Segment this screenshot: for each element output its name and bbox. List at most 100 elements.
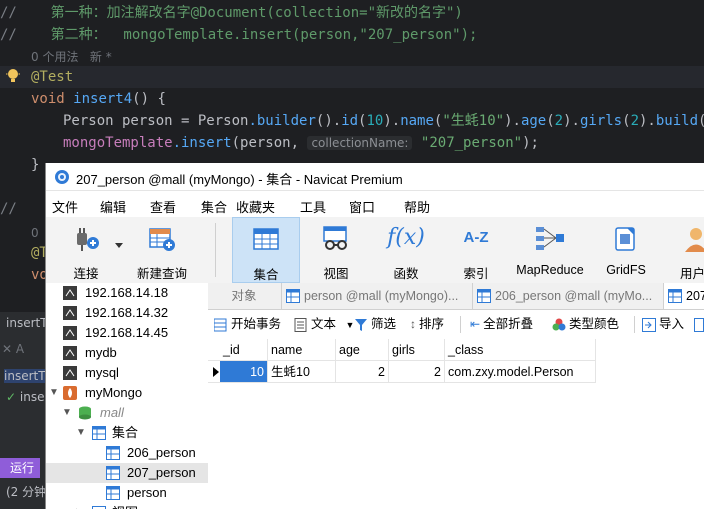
var-decl: person = (113, 113, 198, 129)
import-button[interactable]: 导入 (642, 310, 684, 339)
collection-button[interactable]: 集合 (232, 217, 300, 283)
comment-prefix: // (0, 201, 17, 217)
current-row-arrow-icon (213, 367, 219, 377)
code-line-builder: Person person = Person.builder().id(10).… (63, 110, 704, 132)
tab-label: 207 (686, 289, 704, 303)
build-call: build (655, 113, 699, 129)
mysql-connection-icon (63, 306, 77, 320)
tree-item-connection-18[interactable]: 192.168.14.18 (46, 283, 208, 303)
column-header-class[interactable]: _class (445, 339, 596, 361)
punct: ). (383, 113, 401, 129)
sort-button[interactable]: ↕ 排序 (410, 310, 444, 339)
cell-age[interactable]: 2 (336, 361, 389, 383)
run-tab-2[interactable]: insertT (4, 369, 46, 383)
collection-name-string: "207_person" (412, 135, 523, 151)
filter-button[interactable]: 筛选 (354, 310, 396, 339)
export-button[interactable] (694, 310, 704, 339)
begin-transaction-label: 开始事务 (231, 317, 282, 331)
cell-class[interactable]: com.zxy.model.Person (445, 361, 596, 383)
punct: (). (315, 113, 342, 129)
database-icon (79, 406, 91, 420)
function-button[interactable]: f(x) 函数 (374, 217, 438, 283)
menu-favorites[interactable]: 收藏夹 (236, 197, 275, 216)
tree-item-mydb[interactable]: mydb (46, 343, 208, 363)
chevron-down-icon[interactable]: ▼ (62, 403, 72, 423)
tree-item-label: 集合 (112, 425, 139, 440)
menu-window[interactable]: 窗口 (349, 197, 375, 216)
code-line-close: } (31, 154, 39, 176)
tree-item-views-group[interactable]: ▶ 视图 (46, 503, 208, 509)
menu-bar: 文件 编辑 查看 集合 收藏夹 工具 窗口 帮助 (46, 191, 704, 217)
mapreduce-icon (536, 227, 564, 250)
connect-button[interactable]: 连接 (56, 217, 116, 283)
tree-item-mymongo[interactable]: ▼ myMongo (46, 383, 208, 403)
menu-edit[interactable]: 编辑 (100, 197, 126, 216)
chevron-right-icon[interactable]: ▶ (76, 503, 84, 509)
tree-item-mysql[interactable]: mysql (46, 363, 208, 383)
type-color-button[interactable]: 类型颜色 (552, 310, 619, 339)
cell-name[interactable]: 生蚝10 (268, 361, 336, 383)
text-view-button[interactable]: 文本 ▼ (294, 310, 354, 339)
run-tab-1[interactable]: insertT (6, 316, 48, 330)
menu-file[interactable]: 文件 (52, 197, 78, 216)
tree-item-207-person[interactable]: 207_person (46, 463, 208, 483)
column-header-id[interactable]: _id (220, 339, 268, 361)
usage-hint-text[interactable]: 0 个用法 新 * (31, 50, 112, 64)
view-label: 视图 (323, 267, 349, 281)
chevron-down-icon[interactable]: ▼ (49, 383, 59, 403)
title-bar[interactable]: 207_person @mall (myMongo) - 集合 - Navica… (46, 163, 704, 191)
connect-dropdown[interactable] (112, 217, 126, 283)
tree-item-connection-45[interactable]: 192.168.14.45 (46, 323, 208, 343)
document-icon (294, 317, 307, 332)
lightbulb-icon[interactable] (6, 68, 20, 84)
function-icon: f(x) (387, 225, 425, 250)
menu-help[interactable]: 帮助 (404, 197, 430, 216)
new-query-button[interactable]: 新建查询 (132, 217, 192, 283)
code-line-method-decl: void insert4() { (31, 88, 166, 110)
menu-view[interactable]: 查看 (150, 197, 176, 216)
menu-collection[interactable]: 集合 (201, 197, 227, 216)
tab-person[interactable]: person @mall (myMongo)... (281, 283, 472, 309)
comment-text: 第二种： mongoTemplate.insert(person,"207_pe… (16, 27, 478, 43)
collapse-all-button[interactable]: ⇤ 全部折叠 (470, 310, 533, 339)
tree-item-connection-32[interactable]: 192.168.14.32 (46, 303, 208, 323)
run-button[interactable]: 运行 (0, 458, 40, 478)
column-header-name[interactable]: name (268, 339, 336, 361)
column-header-girls[interactable]: girls (389, 339, 445, 361)
tree-item-person[interactable]: person (46, 483, 208, 503)
mapreduce-button[interactable]: MapReduce (510, 217, 590, 283)
index-button[interactable]: A-Z 索引 (444, 217, 508, 283)
view-button[interactable]: 视图 (304, 217, 368, 283)
cell-id[interactable]: 10 (220, 361, 268, 383)
user-button[interactable]: 用户 (676, 217, 704, 283)
usage-hint[interactable]: 0 个用法 新 * (31, 46, 112, 68)
tree-item-mall-db[interactable]: ▼ mall (46, 403, 208, 423)
tree-item-label: 192.168.14.32 (85, 305, 169, 320)
tab-207-person[interactable]: 207 (663, 283, 704, 309)
cell-girls[interactable]: 2 (389, 361, 445, 383)
collection-grid-icon (106, 486, 120, 500)
tab-objects[interactable]: 对象 (208, 283, 280, 309)
run-tool-window: insertT ✕ A insertT ✓ inse (2 分钟 (0, 312, 48, 509)
row-indicator[interactable] (208, 361, 220, 383)
toolbar-icons[interactable]: ✕ A (2, 342, 24, 356)
close-brace: } (31, 157, 40, 173)
gridfs-label: GridFS (606, 263, 646, 277)
comment-text: 第一种：加注解改名字@Document(collection="新改的名字") (16, 5, 463, 21)
tab-206-person[interactable]: 206_person @mall (myMo... (472, 283, 663, 309)
current-line-highlight (0, 66, 704, 88)
begin-transaction-button[interactable]: 开始事务 (214, 310, 281, 339)
connect-label: 连接 (73, 267, 99, 281)
chevron-down-icon[interactable]: ▼ (76, 423, 86, 443)
mongo-template-ref: mongoTemplate (63, 135, 173, 151)
test-result-item[interactable]: ✓ inse (6, 390, 44, 404)
menu-tools[interactable]: 工具 (300, 197, 326, 216)
column-header-age[interactable]: age (336, 339, 389, 361)
gridfs-button[interactable]: GridFS (594, 217, 658, 283)
tree-item-206-person[interactable]: 206_person (46, 443, 208, 463)
tree-item-collections-group[interactable]: ▼ 集合 (46, 423, 208, 443)
grid-corner (208, 339, 220, 361)
plug-icon (77, 228, 99, 251)
tree-item-label: 206_person (127, 445, 196, 460)
import-label: 导入 (659, 317, 685, 331)
